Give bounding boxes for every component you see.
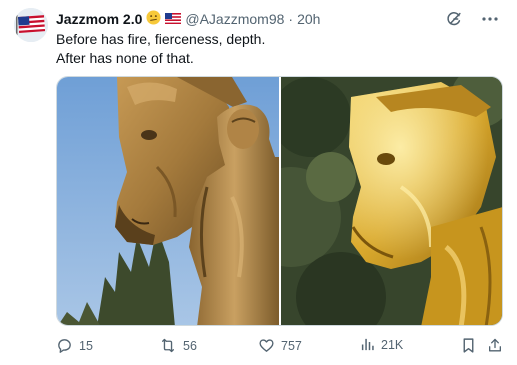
avatar[interactable] (14, 8, 48, 42)
repost-count: 56 (183, 338, 197, 353)
us-flag-icon (165, 11, 182, 27)
views-button[interactable]: 21K (360, 337, 403, 352)
photo-after[interactable] (281, 77, 502, 325)
author-handle[interactable]: @AJazzmom98 (185, 11, 284, 27)
timestamp[interactable]: 20h (297, 11, 320, 27)
more-dots-icon[interactable] (479, 8, 501, 30)
tweet-header: Jazzmom 2.0 @AJazzmom98 · 20h (56, 9, 320, 29)
separator-dot: · (288, 11, 294, 27)
reply-icon (58, 339, 71, 353)
bookmark-button[interactable] (461, 337, 476, 354)
grok-icon[interactable] (443, 8, 465, 30)
bookmark-icon (463, 338, 474, 353)
like-count: 757 (281, 338, 302, 353)
reply-button[interactable]: 15 (56, 337, 93, 354)
header-actions (443, 8, 501, 30)
share-icon (489, 338, 501, 352)
repost-icon (162, 338, 174, 353)
confused-emoji-icon (146, 10, 161, 28)
repost-button[interactable]: 56 (159, 337, 197, 354)
like-button[interactable]: 757 (258, 337, 302, 354)
heart-icon (259, 339, 274, 352)
tweet-media[interactable] (56, 76, 503, 326)
views-count: 21K (381, 337, 404, 352)
tweet: Jazzmom 2.0 @AJazzmom98 · 20h Before has… (0, 0, 517, 365)
tweet-text-line-2: After has none of that. (56, 50, 194, 66)
photo-before[interactable] (57, 77, 279, 325)
tweet-text: Before has fire, fierceness, depth. Afte… (56, 30, 496, 68)
share-button[interactable] (487, 337, 503, 354)
author-name[interactable]: Jazzmom 2.0 (56, 11, 142, 27)
analytics-icon (361, 338, 374, 351)
action-bar: 15 56 757 21K (56, 337, 503, 357)
tweet-text-line-1: Before has fire, fierceness, depth. (56, 31, 266, 47)
reply-count: 15 (79, 338, 93, 353)
